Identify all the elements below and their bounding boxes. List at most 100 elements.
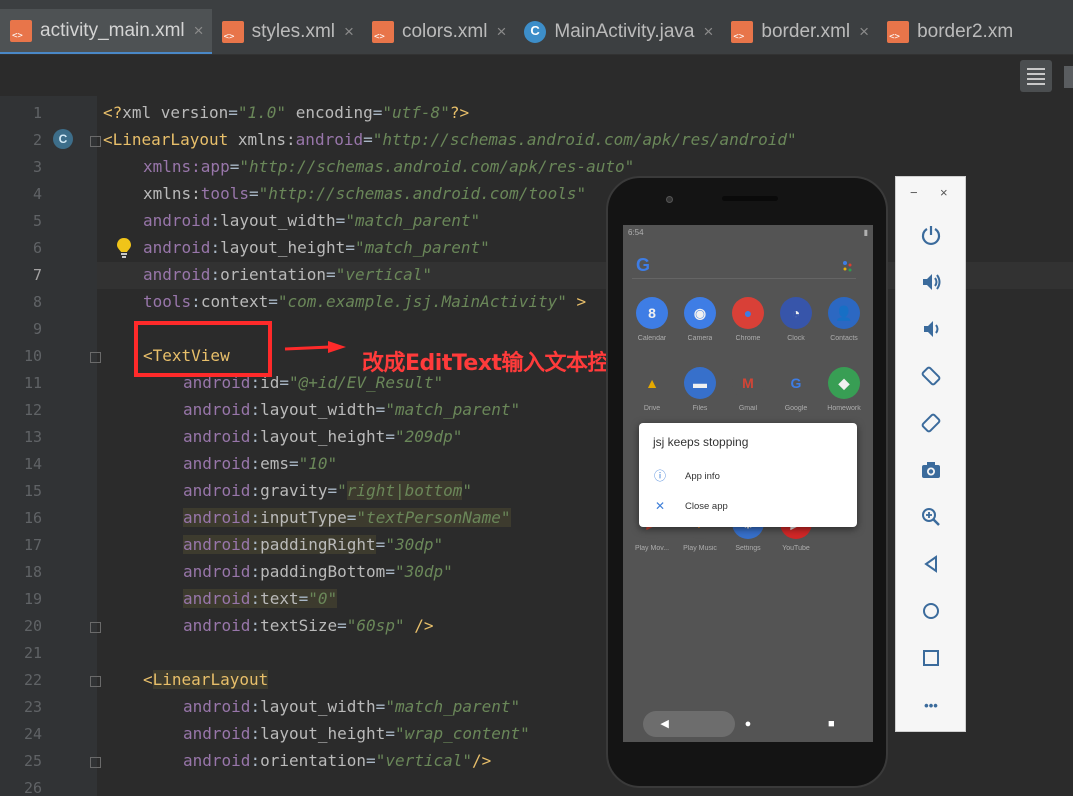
tab-label: MainActivity.java [554, 21, 695, 42]
line-number: 13 [23, 428, 42, 446]
overview-button[interactable] [918, 645, 944, 671]
annotation-text: 改成EditText输入文本控件 [362, 351, 631, 376]
line-number: 6 [32, 239, 42, 257]
code-line-20: android:textSize="60sp" /> [183, 616, 434, 635]
line-number: 3 [32, 158, 42, 176]
code-line-17: android:paddingRight="30dp" [183, 535, 444, 554]
emulator-control-panel: − × ••• [895, 176, 966, 732]
fold-marker[interactable] [90, 352, 101, 363]
lines-icon [1027, 77, 1045, 80]
tab-border-xml[interactable]: border.xml × [721, 9, 877, 54]
line-number: 25 [23, 752, 42, 770]
tab-colors-xml[interactable]: colors.xml × [362, 9, 514, 54]
fold-marker[interactable] [90, 136, 101, 147]
zoom-button[interactable] [918, 504, 944, 530]
code-view-button[interactable] [1020, 60, 1052, 92]
volume-down-icon [924, 321, 939, 337]
home-circle-icon [923, 603, 939, 619]
code-line-22: <LinearLayout [143, 670, 269, 689]
fold-marker[interactable] [90, 622, 101, 633]
editor-toolbar [0, 56, 1073, 96]
code-line-15: android:gravity="right|bottom" [183, 481, 473, 500]
close-app-label: Close app [685, 500, 728, 512]
editor-tab-bar: activity_main.xml × styles.xml × colors.… [0, 9, 1073, 55]
line-number: 11 [23, 374, 42, 392]
rotate-right-button[interactable] [918, 410, 944, 436]
app-crash-dialog: jsj keeps stopping ⓘ App info ✕ Close ap… [639, 423, 857, 527]
xml-file-icon [221, 21, 244, 43]
close-tab-icon[interactable]: × [496, 22, 506, 42]
rotate-right-icon [921, 413, 941, 433]
close-tab-icon[interactable]: × [859, 22, 869, 42]
menu-strip [0, 0, 1073, 9]
lines-icon [1027, 82, 1045, 85]
tab-styles-xml[interactable]: styles.xml × [212, 9, 362, 54]
back-triangle-icon [924, 555, 937, 573]
device-screen[interactable]: 6:54 ▮ G 8 Calendar ◉ Camera ● Chrome ◔ Clock 👤 C… [623, 225, 873, 742]
screenshot-button[interactable] [918, 457, 944, 483]
close-tab-icon[interactable]: × [344, 22, 354, 42]
close-app-option[interactable]: ✕ Close app [653, 499, 728, 513]
home-icon: ● [744, 717, 752, 730]
minimize-button[interactable]: − [910, 185, 918, 200]
line-number: 18 [23, 563, 42, 581]
tab-mainactivity-java[interactable]: MainActivity.java × [514, 9, 721, 54]
xml-file-icon [887, 21, 910, 43]
tab-activity-main-xml[interactable]: activity_main.xml × [0, 9, 212, 54]
nav-recents-button[interactable]: ■ [816, 711, 846, 737]
tab-label: colors.xml [401, 21, 488, 42]
line-number: 10 [23, 347, 42, 365]
power-button[interactable] [918, 222, 944, 248]
line-number: 19 [23, 590, 42, 608]
close-emulator-button[interactable]: × [940, 185, 948, 200]
volume-up-button[interactable] [918, 269, 944, 295]
code-line-5: android:layout_width="match_parent" [143, 211, 481, 230]
line-number: 21 [23, 644, 42, 662]
lightbulb-icon[interactable] [115, 237, 133, 259]
line-number: 5 [32, 212, 42, 230]
code-line-23: android:layout_width="match_parent" [183, 697, 521, 716]
more-button[interactable]: ••• [918, 692, 944, 718]
info-icon: ⓘ [653, 469, 666, 483]
java-class-icon [524, 21, 547, 43]
line-number: 7 [32, 266, 42, 284]
ide-window: { "tabs": [ {"label": "activity_main.xml… [0, 0, 1073, 796]
overview-square-icon [923, 650, 939, 666]
code-line-12: android:layout_width="match_parent" [183, 400, 521, 419]
fold-marker[interactable] [90, 757, 101, 768]
line-number: 15 [23, 482, 42, 500]
code-line-18: android:paddingBottom="30dp" [183, 562, 453, 581]
line-number: 12 [23, 401, 42, 419]
code-line-6: android:layout_height="match_parent" [143, 238, 490, 257]
home-button[interactable] [918, 598, 944, 624]
class-gutter-icon[interactable]: C [53, 129, 73, 149]
split-view-button[interactable] [1064, 66, 1073, 88]
app-info-option[interactable]: ⓘ App info [653, 469, 720, 483]
fold-marker[interactable] [90, 676, 101, 687]
code-line-7: android:orientation="vertical" [143, 265, 433, 284]
close-tab-icon[interactable]: × [703, 22, 713, 42]
code-line-8: tools:context="com.example.jsj.MainActiv… [143, 292, 587, 311]
line-number: 22 [23, 671, 42, 689]
line-number: 24 [23, 725, 42, 743]
rotate-left-icon [921, 366, 941, 386]
rotate-left-button[interactable] [918, 363, 944, 389]
app-info-label: App info [685, 470, 720, 482]
dialog-title: jsj keeps stopping [653, 435, 749, 449]
code-line-14: android:ems="10" [183, 454, 338, 473]
nav-back-button[interactable]: ◀ [650, 711, 680, 737]
xml-file-icon [10, 19, 32, 42]
close-tab-icon[interactable]: × [194, 21, 204, 41]
back-button[interactable] [918, 551, 944, 577]
tab-label: activity_main.xml [40, 19, 185, 41]
lines-icon [1027, 67, 1045, 70]
code-line-1: <?xml version="1.0" encoding="utf-8"?> [103, 103, 470, 122]
annotation-arrow-icon [284, 341, 346, 353]
volume-down-button[interactable] [918, 316, 944, 342]
earpiece [722, 196, 778, 201]
line-number: 2 [32, 131, 42, 149]
nav-home-button[interactable]: ● [733, 711, 763, 737]
line-number: 17 [23, 536, 42, 554]
line-number: 20 [23, 617, 42, 635]
tab-border2-xml[interactable]: border2.xm [877, 9, 1021, 54]
